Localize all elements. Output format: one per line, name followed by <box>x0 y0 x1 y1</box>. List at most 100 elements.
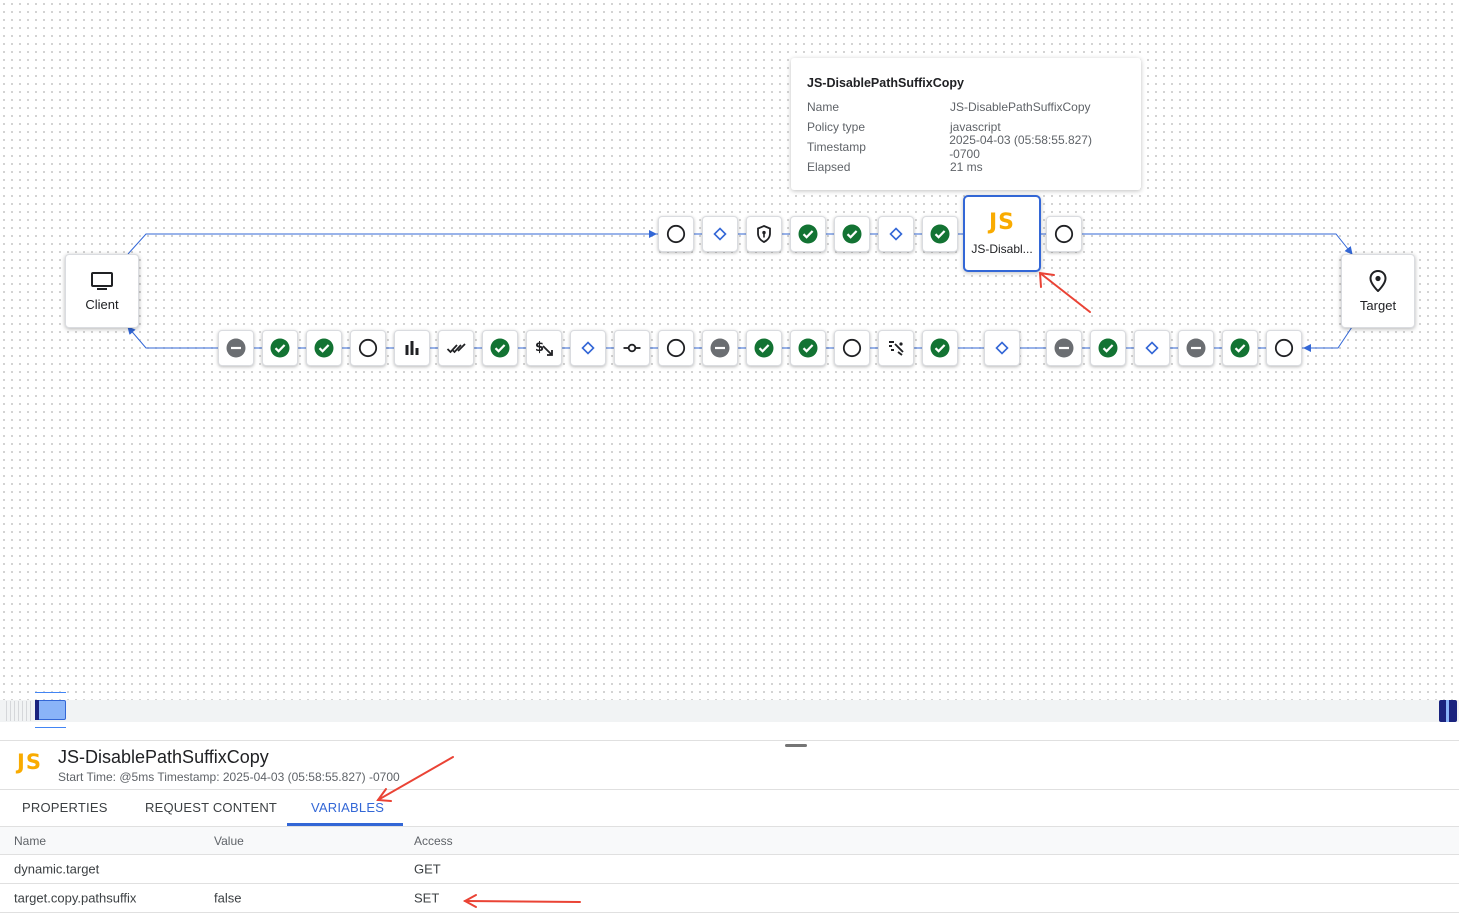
detail-subtitle: Start Time: @5ms Timestamp: 2025-04-03 (… <box>58 770 400 784</box>
policy-step-node[interactable] <box>658 330 694 366</box>
selected-policy-node[interactable]: JS JS-Disabl... <box>963 195 1041 272</box>
policy-step-node[interactable] <box>1046 330 1082 366</box>
target-label: Target <box>1359 297 1397 313</box>
policy-step-node[interactable] <box>570 330 606 366</box>
tooltip-key: Policy type <box>807 120 866 134</box>
policy-step-node[interactable] <box>482 330 518 366</box>
empty-circle-icon <box>1054 224 1074 244</box>
minus-circle-icon <box>1186 338 1206 358</box>
policy-step-node[interactable] <box>394 330 430 366</box>
client-node[interactable]: Client <box>65 254 139 328</box>
selected-policy-label: JS-Disabl... <box>971 241 1033 256</box>
tab-variables[interactable]: VARIABLES <box>311 800 384 815</box>
policy-step-node[interactable] <box>790 216 826 252</box>
empty-circle-icon <box>842 338 862 358</box>
timeline-handle-fill <box>35 700 66 720</box>
check-circle-icon <box>930 224 950 244</box>
target-node[interactable]: Target <box>1341 254 1415 328</box>
tooltip-value: 2025-04-03 (05:58:55.827) -0700 <box>949 133 1092 161</box>
trace-canvas[interactable]: $ Client Target JS JS-Disabl... JS-Disab… <box>0 0 1459 700</box>
client-label: Client <box>85 296 119 312</box>
panel-divider <box>0 740 1459 741</box>
policy-step-node[interactable] <box>614 330 650 366</box>
policy-step-node[interactable]: $ <box>526 330 562 366</box>
tooltip-value: javascript <box>950 120 1001 134</box>
policy-step-node[interactable] <box>1266 330 1302 366</box>
minus-circle-icon <box>1054 338 1074 358</box>
tooltip-key: Timestamp <box>807 140 866 154</box>
resize-drag-handle[interactable] <box>785 744 807 747</box>
variable-name: dynamic.target <box>14 861 100 877</box>
tabs-top-border <box>0 789 1459 790</box>
table-row[interactable]: target.copy.pathsuffix false SET <box>0 884 1459 913</box>
policy-step-node[interactable] <box>1134 330 1170 366</box>
tooltip-row: Name JS-DisablePathSuffixCopy <box>807 97 1125 117</box>
variable-name: target.copy.pathsuffix <box>14 890 137 906</box>
policy-step-node[interactable] <box>878 330 914 366</box>
policy-step-node[interactable] <box>922 216 958 252</box>
diamond-icon <box>889 227 903 241</box>
policy-step-node[interactable] <box>1178 330 1214 366</box>
javascript-policy-icon: JS <box>17 751 42 774</box>
javascript-icon: JS <box>17 750 42 774</box>
policy-step-node[interactable] <box>1222 330 1258 366</box>
tooltip-title: JS-DisablePathSuffixCopy <box>807 76 964 90</box>
policy-step-node[interactable] <box>702 330 738 366</box>
policy-step-node[interactable] <box>790 330 826 366</box>
policy-step-node[interactable] <box>702 216 738 252</box>
tooltip-value: JS-DisablePathSuffixCopy <box>950 100 1091 114</box>
check-circle-icon <box>754 338 774 358</box>
policy-step-node[interactable] <box>1090 330 1126 366</box>
javascript-icon: JS <box>988 209 1016 235</box>
policy-step-node[interactable] <box>306 330 342 366</box>
empty-circle-icon <box>358 338 378 358</box>
empty-circle-icon <box>1274 338 1294 358</box>
variables-table-header: Name Value Access <box>0 826 1459 855</box>
column-header-name: Name <box>14 833 47 848</box>
policy-step-node[interactable] <box>922 330 958 366</box>
table-row[interactable]: dynamic.target GET <box>0 855 1459 884</box>
tab-request-content[interactable]: REQUEST CONTENT <box>145 800 277 815</box>
policy-step-node[interactable] <box>658 216 694 252</box>
timeline-handle-grip <box>35 700 39 720</box>
policy-step-node[interactable] <box>834 330 870 366</box>
empty-circle-icon <box>666 338 686 358</box>
policy-step-node[interactable] <box>878 216 914 252</box>
minus-circle-icon <box>710 338 730 358</box>
diamond-icon <box>713 227 727 241</box>
timeline-end-marker[interactable] <box>1439 700 1457 722</box>
tooltip-value: 21 ms <box>950 160 983 174</box>
location-pin-icon <box>1369 269 1387 292</box>
detail-title: JS-DisablePathSuffixCopy <box>58 747 269 767</box>
check-circle-icon <box>842 224 862 244</box>
data-masking-icon <box>889 341 904 356</box>
timeline-scrubber[interactable] <box>0 692 1459 728</box>
policy-step-node[interactable] <box>746 330 782 366</box>
minus-circle-icon <box>226 338 246 358</box>
policy-step-node[interactable] <box>834 216 870 252</box>
tab-properties[interactable]: PROPERTIES <box>22 800 108 815</box>
variable-access: GET <box>414 861 441 877</box>
tooltip-row: Timestamp 2025-04-03 (05:58:55.827) -070… <box>807 133 1125 161</box>
timeline-track-stripes <box>6 701 34 721</box>
policy-tooltip: JS-DisablePathSuffixCopy Name JS-Disable… <box>791 58 1141 190</box>
timeline-end-gap <box>1446 700 1449 722</box>
policy-step-node[interactable] <box>218 330 254 366</box>
tooltip-key: Elapsed <box>807 160 851 174</box>
timeline-handle[interactable] <box>35 692 66 728</box>
diamond-icon <box>581 341 595 355</box>
policy-step-node[interactable] <box>438 330 474 366</box>
column-header-value: Value <box>214 833 244 848</box>
variable-access: SET <box>414 890 440 906</box>
policy-step-node[interactable] <box>746 216 782 252</box>
commit-icon <box>623 343 641 353</box>
empty-circle-icon <box>666 224 686 244</box>
policy-step-node[interactable] <box>350 330 386 366</box>
policy-step-node[interactable] <box>1046 216 1082 252</box>
check-circle-icon <box>798 224 818 244</box>
policy-step-node[interactable] <box>262 330 298 366</box>
currency-exchange-icon: $ <box>535 340 553 356</box>
bar-chart-icon <box>405 341 419 355</box>
policy-step-node[interactable] <box>984 330 1020 366</box>
check-circle-icon <box>930 338 950 358</box>
